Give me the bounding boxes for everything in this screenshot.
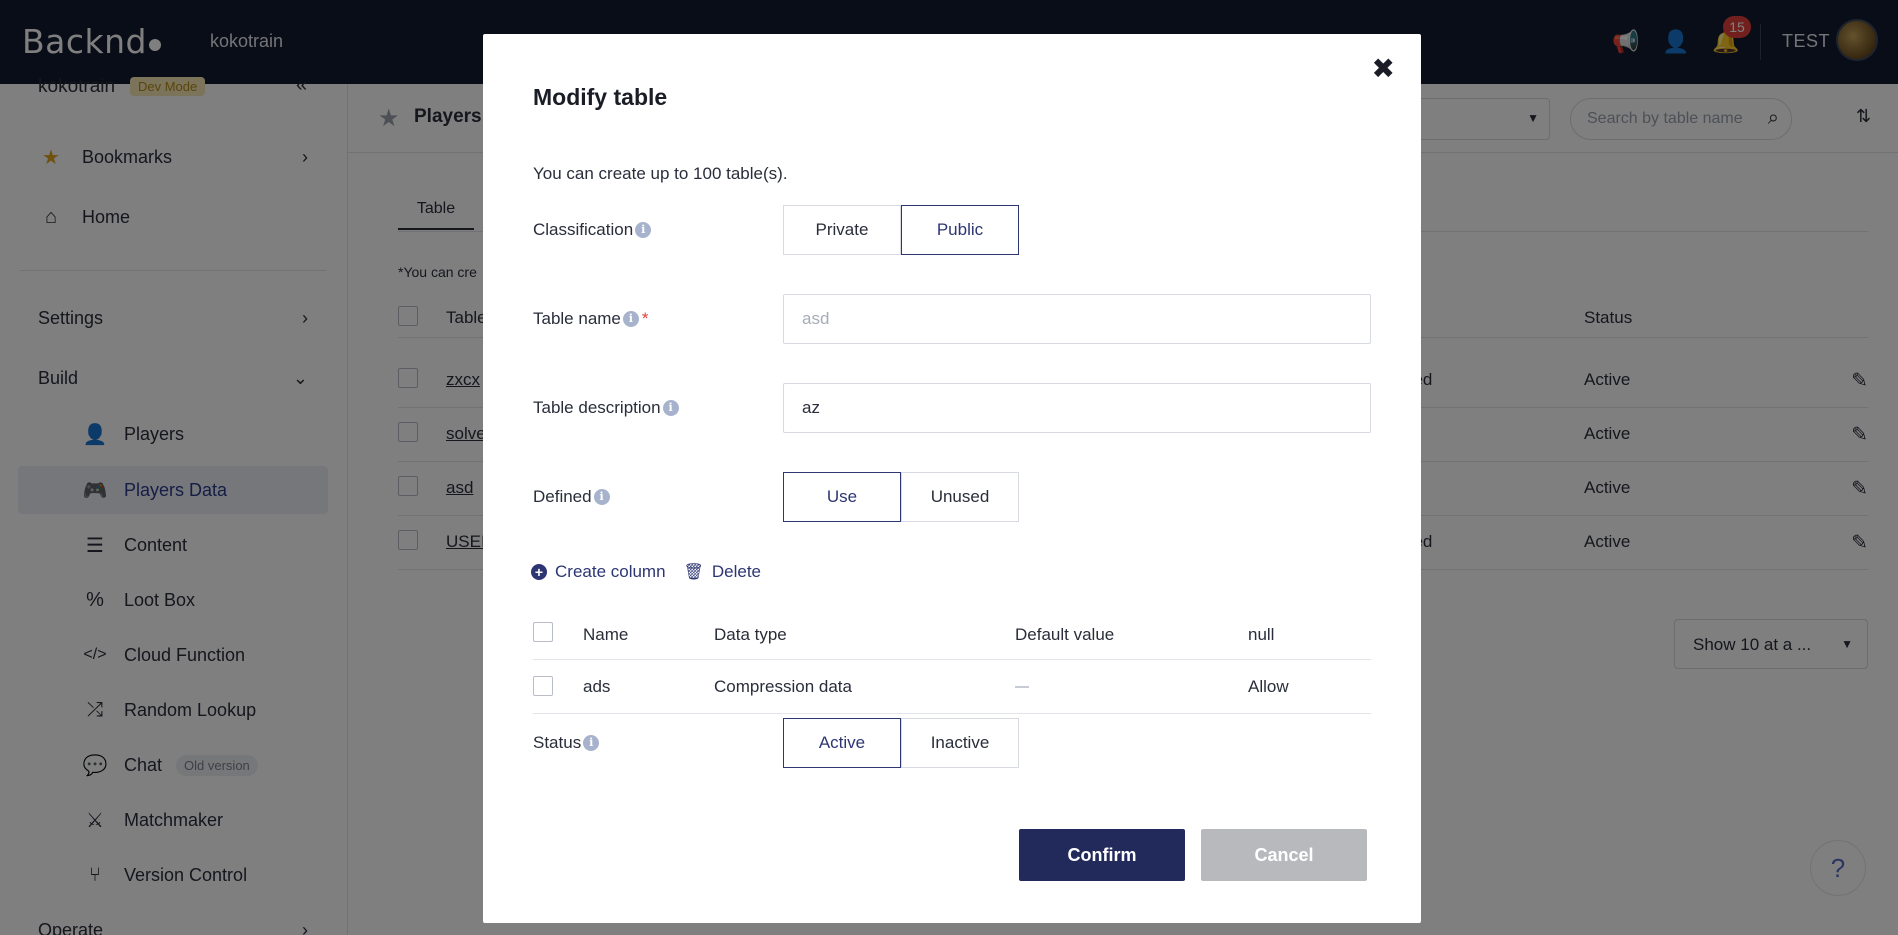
column-header-name: Name — [583, 625, 629, 644]
column-name: ads — [583, 677, 611, 696]
table-description-label: Table description i — [533, 398, 679, 418]
defined-toggle: Use Unused — [783, 472, 1019, 522]
column-row-checkbox[interactable] — [533, 676, 553, 696]
table-name-input[interactable]: asd — [783, 294, 1371, 344]
create-column-button[interactable]: Create column — [555, 562, 666, 582]
table-description-input[interactable]: az — [783, 383, 1371, 433]
column-header-null: null — [1248, 625, 1275, 644]
column-data-type: Compression data — [714, 677, 852, 696]
status-inactive-button[interactable]: Inactive — [901, 718, 1019, 768]
status-toggle: Active Inactive — [783, 718, 1019, 768]
info-icon[interactable]: i — [635, 222, 652, 238]
info-icon[interactable]: i — [622, 311, 639, 327]
column-header-default-value: Default value — [1015, 625, 1115, 644]
select-all-columns-checkbox[interactable] — [533, 622, 553, 642]
dialog-description: You can create up to 100 table(s). — [533, 164, 788, 183]
status-active-button[interactable]: Active — [783, 718, 901, 768]
delete-column-button[interactable]: Delete — [712, 562, 761, 582]
modify-table-dialog: ✖ Modify table You can create up to 100 … — [483, 34, 1421, 923]
confirm-button[interactable]: Confirm — [1019, 829, 1185, 881]
table-name-label: Table name i * — [533, 309, 649, 328]
cancel-button[interactable]: Cancel — [1201, 829, 1367, 881]
required-marker: * — [641, 309, 649, 328]
empty-default-value-dash — [1015, 686, 1029, 688]
close-icon[interactable]: ✖ — [1372, 52, 1395, 85]
classification-public-button[interactable]: Public — [901, 205, 1019, 255]
defined-use-button[interactable]: Use — [783, 472, 901, 522]
dialog-title: Modify table — [533, 84, 668, 110]
classification-label: Classification i — [533, 220, 652, 240]
column-actions: + Create column 🗑 Delete — [531, 562, 761, 582]
trash-icon[interactable]: 🗑 — [684, 562, 704, 582]
info-icon[interactable]: i — [583, 735, 600, 751]
info-icon[interactable]: i — [662, 400, 679, 416]
column-table-header: Name Data type Default value null — [533, 610, 1371, 660]
defined-unused-button[interactable]: Unused — [901, 472, 1019, 522]
column-header-data-type: Data type — [714, 625, 787, 644]
column-row[interactable]: ads Compression data Allow — [533, 660, 1371, 714]
classification-toggle: Private Public — [783, 205, 1019, 255]
status-label: Status i — [533, 733, 600, 753]
info-icon[interactable]: i — [593, 489, 610, 505]
defined-label: Defined i — [533, 487, 610, 507]
plus-circle-icon[interactable]: + — [531, 564, 547, 580]
classification-private-button[interactable]: Private — [783, 205, 901, 255]
column-null: Allow — [1248, 677, 1289, 696]
